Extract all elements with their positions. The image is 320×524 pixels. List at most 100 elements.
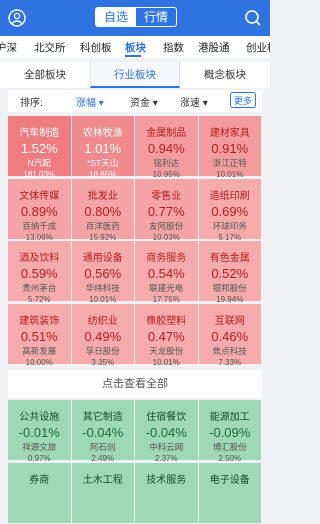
leading-stock: 浙江正特 xyxy=(212,158,247,168)
sector-change: 0.46% xyxy=(211,328,249,344)
sector-tile[interactable]: 农林牧渔 1.01% *ST天山 16.65% xyxy=(71,116,135,179)
leading-stock: 中科云网 xyxy=(149,442,184,452)
more-button[interactable]: 更多 xyxy=(230,92,256,108)
leading-stock-change: 7.33% xyxy=(218,357,242,367)
sector-tile[interactable]: 纺织业 0.49% 孚日股份 3.35% xyxy=(71,303,135,367)
sector-tile[interactable]: 造纸印刷 0.69% 环球印务 5.17% xyxy=(198,178,262,242)
subtab-industry[interactable]: 行业板块 xyxy=(90,62,180,88)
sector-name: 文体传媒 xyxy=(19,190,60,202)
sector-tile[interactable]: 电子设备 xyxy=(198,462,262,524)
avatar-icon[interactable] xyxy=(8,9,26,27)
tab-beijiaosuo[interactable]: 北交所 xyxy=(34,40,66,55)
tab-chuangye[interactable]: 创业板 xyxy=(246,40,270,55)
sector-name: 通用设备 xyxy=(82,253,123,264)
sector-change: 0.47% xyxy=(147,328,185,344)
app-header: 自选 行情 xyxy=(0,0,270,36)
sector-change: 0.80% xyxy=(84,203,122,219)
sort-speed[interactable]: 涨速 ▾ xyxy=(180,94,208,109)
tab-kechuang[interactable]: 科创板 xyxy=(80,40,112,55)
sector-change: 1.01% xyxy=(84,141,122,156)
sector-tile[interactable]: 建筑装饰 0.51% 高新发展 10.00% xyxy=(8,303,72,367)
leading-stock-change: 10.01% xyxy=(152,357,180,367)
tab-watchlist[interactable]: 自选 xyxy=(96,8,136,26)
sector-change: 0.91% xyxy=(211,141,249,156)
subtab-concept[interactable]: 概念板块 xyxy=(180,62,270,88)
sector-name: 住宿餐饮 xyxy=(146,412,187,423)
search-icon[interactable] xyxy=(244,9,262,27)
leading-stock: 高新发展 xyxy=(22,345,57,356)
leading-stock: 银邦股份 xyxy=(212,283,247,293)
sector-tile[interactable]: 互联网 0.46% 焦点科技 7.33% xyxy=(198,303,262,367)
sector-tile[interactable]: 其它制造 -0.04% 阿石创 2.49% xyxy=(71,400,135,463)
sector-tile[interactable]: 文体传媒 0.89% 百纳千成 13.06% xyxy=(8,178,72,242)
sector-name: 农林牧渔 xyxy=(82,128,123,139)
sector-tile[interactable]: 零售业 0.77% 友阿股份 10.03% xyxy=(135,178,199,242)
sector-change: 0.56% xyxy=(84,266,122,281)
sector-name: 建筑装饰 xyxy=(19,315,60,327)
leading-stock: 阿石创 xyxy=(89,442,116,452)
sort-label: 排序: xyxy=(20,98,43,109)
sector-name: 公共设施 xyxy=(19,412,60,423)
leading-stock: 贵州茅台 xyxy=(22,283,57,293)
sort-capital[interactable]: 资金 ▾ xyxy=(130,94,158,109)
sector-tile[interactable]: 有色金属 0.52% 银邦股份 19.94% xyxy=(198,241,262,304)
sector-change: 0.49% xyxy=(84,328,122,344)
sector-change: 0.77% xyxy=(147,203,185,219)
sector-tile[interactable]: 技术服务 xyxy=(135,462,199,524)
sector-tile[interactable]: 建材家具 0.91% 浙江正特 10.01% xyxy=(198,116,262,179)
sort-change[interactable]: 涨幅 ▾ xyxy=(76,94,104,109)
sector-change: 1.52% xyxy=(20,141,58,156)
sector-name: 酒及饮料 xyxy=(19,253,60,264)
leading-stock-change: 10.00% xyxy=(25,357,53,367)
leading-stock: 友阿股份 xyxy=(149,220,184,231)
sector-name: 有色金属 xyxy=(209,253,250,264)
leading-stock-change: 3.35% xyxy=(91,357,115,367)
sector-name: 其它制造 xyxy=(82,412,123,423)
sector-tile[interactable]: 土木工程 xyxy=(71,462,135,524)
sector-name: 零售业 xyxy=(151,190,182,202)
sector-tile[interactable]: 公共设施 -0.01% 祥源文旅 0.97% xyxy=(8,400,72,463)
sector-change: -0.04% xyxy=(82,425,124,440)
sector-name: 建材家具 xyxy=(209,128,250,139)
tab-zhishu[interactable]: 指数 xyxy=(163,40,184,55)
sector-tile[interactable]: 酒及饮料 0.59% 贵州茅台 5.72% xyxy=(8,241,72,304)
leading-stock: 孚日股份 xyxy=(85,345,120,356)
leading-stock: 博汇股份 xyxy=(212,442,247,452)
sector-tile[interactable]: 能源加工 -0.09% 博汇股份 2.50% xyxy=(198,400,262,463)
sector-name: 批发业 xyxy=(87,190,118,202)
sector-tile[interactable]: 券商 xyxy=(8,462,72,524)
sector-name: 橡胶塑料 xyxy=(146,315,187,327)
sector-tile[interactable]: 住宿餐饮 -0.04% 中科云网 2.37% xyxy=(135,400,199,463)
sector-name: 金属制品 xyxy=(146,128,187,139)
leading-stock: *ST天山 xyxy=(87,158,119,168)
tab-market[interactable]: 行情 xyxy=(136,8,176,26)
sector-change: 0.51% xyxy=(20,328,58,344)
sector-tile[interactable]: 橡胶塑料 0.47% 天龙股份 10.01% xyxy=(135,303,199,367)
sector-tile[interactable]: 通用设备 0.56% 华纬科技 10.01% xyxy=(71,241,135,304)
tab-hushen[interactable]: 沪深 xyxy=(0,40,17,55)
sector-name: 造纸印刷 xyxy=(209,190,250,202)
subtab-all[interactable]: 全部板块 xyxy=(0,62,90,88)
leading-stock: 华纬科技 xyxy=(85,283,120,293)
sector-tile[interactable]: 汽车制造 1.52% N汽配 181.03% xyxy=(8,116,72,179)
view-all-button[interactable]: 点击查看全部 xyxy=(8,370,262,398)
leading-stock: 环球印务 xyxy=(212,220,247,231)
tab-ganggutong[interactable]: 港股通 xyxy=(198,40,230,55)
leading-stock: 祥源文旅 xyxy=(22,442,57,452)
sector-change: -0.04% xyxy=(145,425,187,440)
sector-name: 电子设备 xyxy=(209,474,250,486)
leading-stock: 百纳千成 xyxy=(22,220,57,231)
sector-change: 0.59% xyxy=(20,266,58,281)
sector-name: 汽车制造 xyxy=(19,128,60,139)
sector-change: 0.94% xyxy=(147,141,185,156)
sector-change: -0.01% xyxy=(18,425,60,440)
sector-tile[interactable]: 金属制品 0.94% 铭利达 10.95% xyxy=(135,116,199,179)
sector-tile[interactable]: 批发业 0.80% 百洋医药 15.92% xyxy=(71,178,135,242)
sector-change: 0.69% xyxy=(211,203,249,219)
tab-bankuai[interactable]: 板块 xyxy=(125,40,146,55)
leading-stock: N汽配 xyxy=(27,158,51,168)
sector-tile[interactable]: 商务服务 0.54% 联建光电 17.75% xyxy=(135,241,199,304)
leading-stock: 铭利达 xyxy=(153,158,179,168)
sector-name: 商务服务 xyxy=(146,253,187,264)
sector-name: 技术服务 xyxy=(146,474,187,486)
